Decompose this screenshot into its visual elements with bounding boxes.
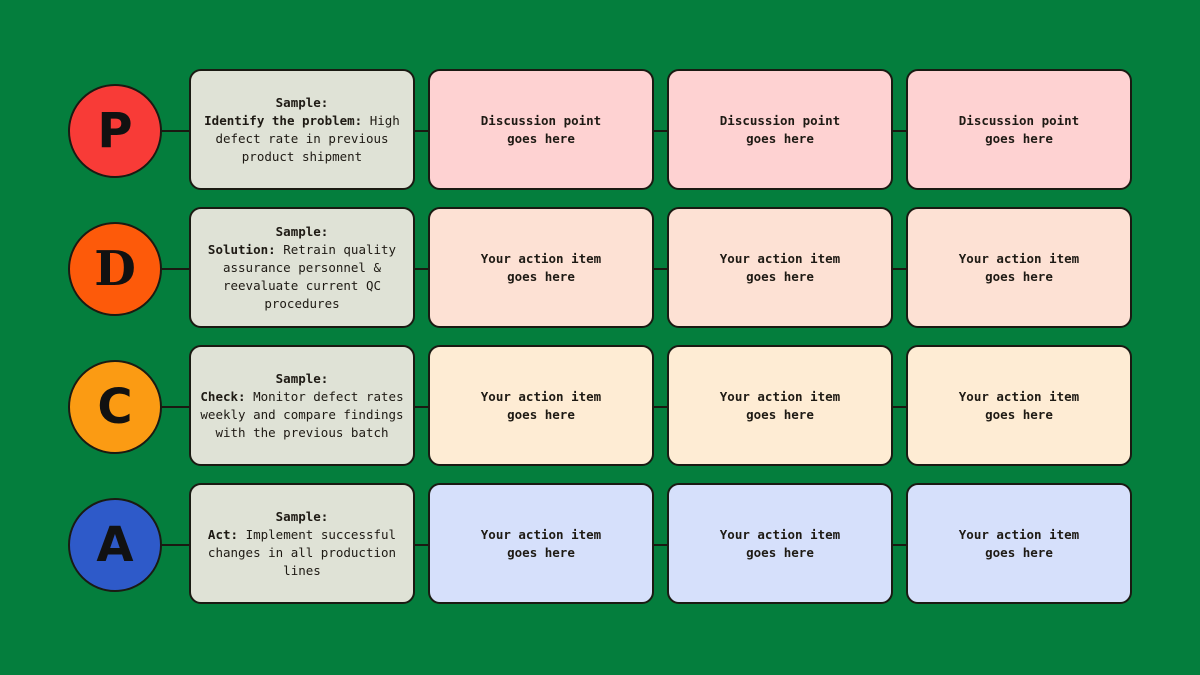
action-item-card[interactable]: Your action item goes here bbox=[667, 345, 893, 466]
card-text: Your action item goes here bbox=[958, 388, 1080, 422]
sample-heading: Sample: bbox=[275, 94, 329, 110]
row-check: C Sample: Check: Monitor defect rates we… bbox=[0, 345, 1200, 469]
discussion-card[interactable]: Discussion point goes here bbox=[667, 69, 893, 190]
action-item-card[interactable]: Your action item goes here bbox=[428, 207, 654, 328]
card-text: Your action item goes here bbox=[958, 526, 1080, 560]
sample-label: Identify the problem: bbox=[204, 112, 363, 128]
discussion-card[interactable]: Discussion point goes here bbox=[428, 69, 654, 190]
phase-badge-p: P bbox=[68, 84, 162, 178]
card-text: Discussion point goes here bbox=[719, 112, 841, 146]
action-item-card[interactable]: Your action item goes here bbox=[906, 345, 1132, 466]
card-text: Your action item goes here bbox=[719, 250, 841, 284]
row-plan: P Sample: Identify the problem: High def… bbox=[0, 69, 1200, 193]
sample-label: Check: bbox=[200, 388, 246, 404]
action-item-card[interactable]: Your action item goes here bbox=[906, 483, 1132, 604]
action-item-card[interactable]: Your action item goes here bbox=[906, 207, 1132, 328]
card-text: Your action item goes here bbox=[719, 526, 841, 560]
card-text: Discussion point goes here bbox=[958, 112, 1080, 146]
card-text: Your action item goes here bbox=[480, 250, 602, 284]
phase-badge-c: C bbox=[68, 360, 162, 454]
phase-badge-d: D bbox=[68, 222, 162, 316]
card-text: Your action item goes here bbox=[480, 526, 602, 560]
sample-heading: Sample: bbox=[275, 508, 329, 524]
sample-card-do[interactable]: Sample: Solution: Retrain quality assura… bbox=[189, 207, 415, 328]
card-text: Your action item goes here bbox=[480, 388, 602, 422]
sample-heading: Sample: bbox=[275, 370, 329, 386]
discussion-card[interactable]: Discussion point goes here bbox=[906, 69, 1132, 190]
sample-label: Act: bbox=[207, 526, 239, 542]
card-text: Your action item goes here bbox=[958, 250, 1080, 284]
sample-heading: Sample: bbox=[275, 223, 329, 239]
action-item-card[interactable]: Your action item goes here bbox=[428, 483, 654, 604]
row-do: D Sample: Solution: Retrain quality assu… bbox=[0, 207, 1200, 331]
card-text: Discussion point goes here bbox=[480, 112, 602, 146]
action-item-card[interactable]: Your action item goes here bbox=[667, 207, 893, 328]
sample-label: Solution: bbox=[207, 241, 276, 257]
sample-card-act[interactable]: Sample: Act: Implement successful change… bbox=[189, 483, 415, 604]
sample-card-plan[interactable]: Sample: Identify the problem: High defec… bbox=[189, 69, 415, 190]
action-item-card[interactable]: Your action item goes here bbox=[667, 483, 893, 604]
row-act: A Sample: Act: Implement successful chan… bbox=[0, 483, 1200, 607]
phase-badge-a: A bbox=[68, 498, 162, 592]
action-item-card[interactable]: Your action item goes here bbox=[428, 345, 654, 466]
card-text: Your action item goes here bbox=[719, 388, 841, 422]
sample-card-check[interactable]: Sample: Check: Monitor defect rates week… bbox=[189, 345, 415, 466]
